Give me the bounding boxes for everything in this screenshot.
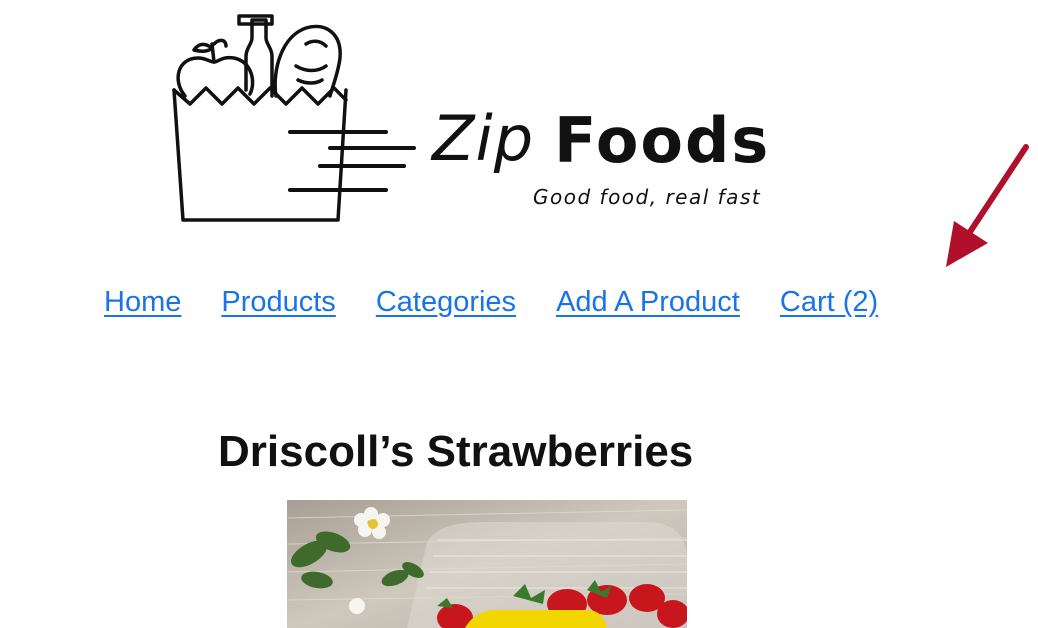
red-arrow-icon xyxy=(946,144,1029,267)
nav-link-home[interactable]: Home xyxy=(104,284,181,320)
main-nav: Home Products Categories Add A Product C… xyxy=(104,284,878,320)
brand-name-foods: Foods xyxy=(554,104,771,177)
brand-tagline: Good food, real fast xyxy=(533,185,762,209)
nav-link-categories[interactable]: Categories xyxy=(376,284,516,320)
product-title: Driscoll’s Strawberries xyxy=(218,427,694,476)
nav-link-add-product[interactable]: Add A Product xyxy=(556,284,740,320)
brand-name-zip: Zip xyxy=(432,102,535,175)
nav-link-products[interactable]: Products xyxy=(221,284,335,320)
product-image xyxy=(287,500,687,628)
nav-link-cart[interactable]: Cart (2) xyxy=(780,284,878,320)
